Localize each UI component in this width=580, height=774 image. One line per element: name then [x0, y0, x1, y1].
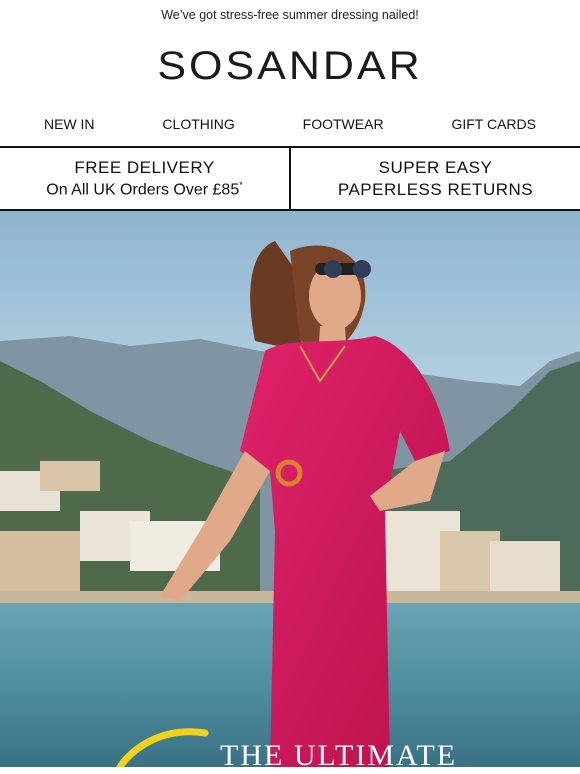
usp-easy-returns[interactable]: SUPER EASY PAPERLESS RETURNS [289, 148, 580, 209]
hero-headline: THE ULTIMATE [220, 739, 458, 767]
nav-item-clothing[interactable]: CLOTHING [162, 116, 234, 132]
main-nav: NEW IN CLOTHING FOOTWEAR GIFT CARDS [0, 102, 580, 146]
nav-item-gift-cards[interactable]: GIFT CARDS [451, 116, 536, 132]
usp-free-delivery[interactable]: FREE DELIVERY On All UK Orders Over £85* [0, 148, 289, 209]
hero-image [0, 211, 580, 767]
free-delivery-subtitle-text: On All UK Orders Over £85 [46, 181, 240, 199]
usp-banner: FREE DELIVERY On All UK Orders Over £85*… [0, 146, 580, 211]
free-delivery-asterisk: * [239, 179, 243, 190]
logo-container[interactable]: SOSANDAR [0, 30, 580, 102]
returns-line-1: SUPER EASY [378, 157, 493, 177]
hero-banner[interactable]: THE ULTIMATE [0, 211, 580, 767]
brand-logo[interactable]: SOSANDAR [157, 43, 422, 88]
preheader-text: We’ve got stress-free summer dressing na… [161, 8, 419, 22]
nav-item-footwear[interactable]: FOOTWEAR [303, 116, 384, 132]
free-delivery-title: FREE DELIVERY [74, 157, 215, 177]
free-delivery-subtitle: On All UK Orders Over £85* [46, 180, 242, 199]
nav-item-new-in[interactable]: NEW IN [44, 116, 95, 132]
returns-line-2: PAPERLESS RETURNS [337, 179, 534, 199]
preheader: We’ve got stress-free summer dressing na… [0, 0, 580, 30]
